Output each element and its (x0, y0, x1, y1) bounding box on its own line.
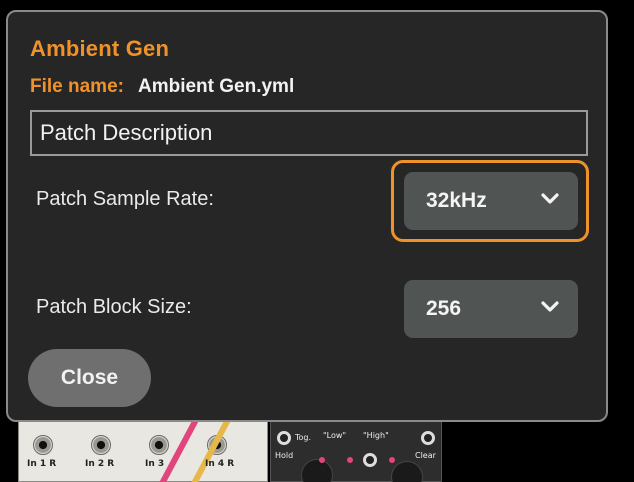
app-window: In 1 R In 2 R In 3 In 4 R Tog. "Low" "Hi… (0, 0, 634, 482)
sample-rate-label: Patch Sample Rate: (36, 188, 214, 210)
indicator-dot (319, 457, 325, 463)
block-size-label: Patch Block Size: (36, 296, 192, 318)
module-label: Clear (415, 451, 436, 460)
indicator-dot (347, 457, 353, 463)
output-jack[interactable] (421, 431, 435, 445)
sample-rate-select[interactable]: 32kHz (404, 172, 578, 230)
block-size-value: 256 (426, 297, 462, 320)
file-name-label: File name: (30, 76, 124, 97)
chevron-down-icon (541, 193, 559, 204)
module-label: Tog. (295, 433, 312, 442)
chevron-down-icon (541, 301, 559, 312)
control-module: Tog. "Low" "High" Hold Clear (270, 420, 442, 482)
jack-in-2-r[interactable] (91, 435, 111, 455)
knob[interactable] (391, 461, 423, 482)
module-label: Hold (275, 451, 294, 460)
tog-jack[interactable] (277, 431, 291, 445)
center-jack[interactable] (363, 453, 377, 467)
jack-label: In 4 R (205, 459, 235, 469)
patch-description-input[interactable]: Patch Description (30, 110, 588, 156)
module-label: "High" (363, 431, 389, 440)
close-button[interactable]: Close (28, 349, 151, 407)
patch-title: Ambient Gen (30, 36, 170, 61)
jack-label: In 1 R (27, 459, 57, 469)
file-name-value: Ambient Gen.yml (137, 76, 295, 97)
indicator-dot (389, 457, 395, 463)
module-label: "Low" (323, 431, 347, 440)
file-name-row: File name: Ambient Gen.yml (30, 76, 294, 98)
patch-info-dialog: Ambient Gen File name: Ambient Gen.yml Pa… (6, 10, 608, 422)
jack-in-3[interactable] (149, 435, 169, 455)
sample-rate-value: 32kHz (426, 189, 487, 212)
input-jack-module: In 1 R In 2 R In 3 In 4 R (18, 404, 268, 482)
jack-label: In 3 (145, 459, 165, 469)
knob[interactable] (301, 459, 333, 482)
jack-label: In 2 R (85, 459, 115, 469)
block-size-select[interactable]: 256 (404, 280, 578, 338)
jack-in-1-r[interactable] (33, 435, 53, 455)
